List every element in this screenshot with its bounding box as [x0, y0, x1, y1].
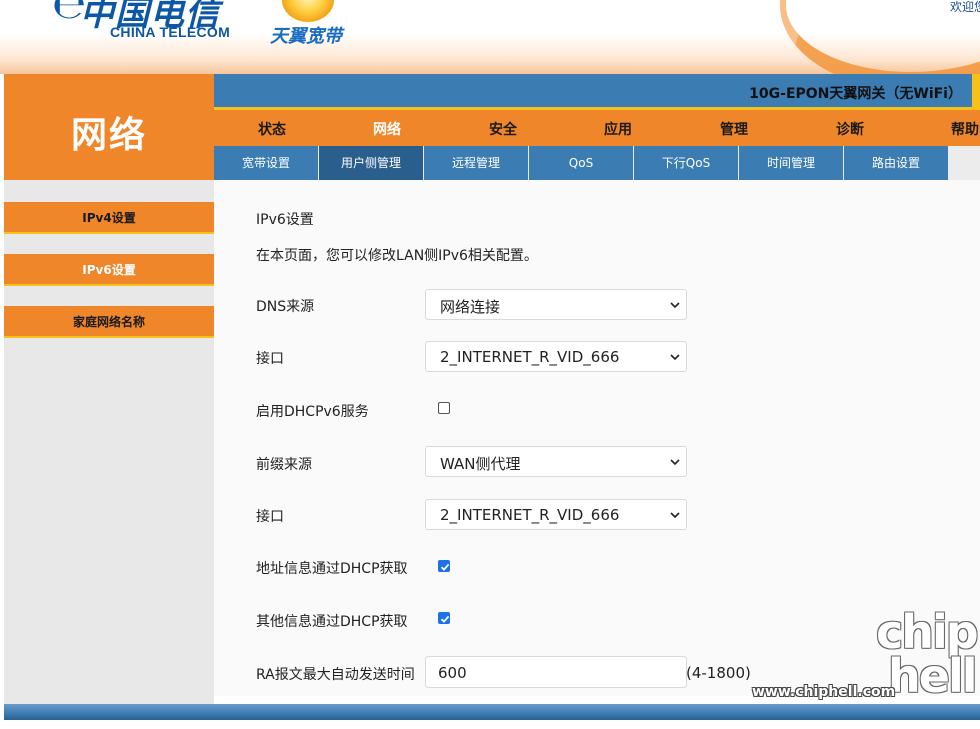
device-model-name: 10G-EPON天翼网关（无WiFi）	[749, 86, 962, 102]
nav-management[interactable]: 管理	[684, 119, 784, 139]
chiphell-watermark-chip: chip	[876, 605, 979, 659]
other-dhcp-label: 其他信息通过DHCP获取	[256, 614, 408, 630]
tab-remote-management[interactable]: 远程管理	[424, 146, 528, 180]
nav-security[interactable]: 安全	[453, 119, 553, 139]
check-icon	[440, 615, 450, 623]
dhcpv6-label: 启用DHCPv6服务	[256, 404, 369, 420]
content-panel: IPv6设置 在本页面，您可以修改LAN侧IPv6相关配置。 DNS来源 网络连…	[214, 180, 980, 696]
address-dhcp-label: 地址信息通过DHCP获取	[256, 561, 408, 577]
prefix-source-label: 前缀来源	[256, 457, 312, 473]
chevron-down-icon	[670, 302, 680, 309]
chevron-down-icon	[670, 354, 680, 361]
tab-time-management[interactable]: 时间管理	[739, 146, 843, 180]
section-title: 网络	[70, 115, 147, 156]
welcome-text: 欢迎您	[950, 0, 980, 14]
prefix-interface-value: 2_INTERNET_R_VID_666	[440, 506, 620, 524]
prefix-interface-label: 接口	[256, 509, 284, 525]
nav-help[interactable]: 帮助	[915, 119, 980, 139]
model-bar-accent	[972, 74, 980, 110]
nav-application[interactable]: 应用	[568, 119, 668, 139]
interface-label: 接口	[256, 351, 284, 367]
section-title-box: 网络	[4, 74, 214, 180]
tianyi-logo-icon	[282, 0, 334, 22]
ra-interval-range: (4-1800)	[686, 664, 751, 682]
tab-user-side-management[interactable]: 用户侧管理	[319, 146, 423, 180]
prefix-source-value: WAN侧代理	[440, 455, 521, 473]
tab-qos[interactable]: QoS	[529, 146, 633, 180]
nav-diagnosis[interactable]: 诊断	[800, 119, 900, 139]
chiphell-watermark-url: www.chiphell.com	[752, 684, 896, 700]
chevron-down-icon	[670, 459, 680, 466]
dns-source-select[interactable]: 网络连接	[425, 289, 687, 320]
ra-interval-value: 600	[438, 664, 467, 682]
page-description: 在本页面，您可以修改LAN侧IPv6相关配置。	[256, 248, 538, 264]
dhcpv6-checkbox[interactable]	[438, 402, 450, 414]
ra-interval-label: RA报文最大自动发送时间	[256, 667, 415, 683]
prefix-interface-select[interactable]: 2_INTERNET_R_VID_666	[425, 499, 687, 530]
footer-bar	[4, 704, 980, 720]
sidebar-item-home-network-name[interactable]: 家庭网络名称	[4, 306, 214, 338]
chevron-down-icon	[670, 512, 680, 519]
other-dhcp-checkbox[interactable]	[438, 612, 450, 624]
prefix-source-select[interactable]: WAN侧代理	[425, 446, 687, 477]
main-nav: 状态 网络 安全 应用 管理 诊断 帮助	[214, 110, 980, 146]
dns-source-label: DNS来源	[256, 299, 315, 315]
tab-broadband-settings[interactable]: 宽带设置	[214, 146, 318, 180]
interface-value: 2_INTERNET_R_VID_666	[440, 348, 620, 366]
sidebar: IPv4设置 IPv6设置 家庭网络名称	[4, 180, 214, 704]
header-banner: ℮ 中国电信 CHINA TELECOM 天翼宽带 欢迎您	[0, 0, 980, 74]
dns-source-value: 网络连接	[440, 298, 501, 316]
check-icon	[440, 563, 450, 571]
nav-network[interactable]: 网络	[337, 119, 437, 139]
tianyi-broadband-logo: 天翼宽带	[270, 26, 342, 47]
tab-downstream-qos[interactable]: 下行QoS	[634, 146, 738, 180]
page-title: IPv6设置	[256, 212, 314, 228]
sidebar-item-ipv6[interactable]: IPv6设置	[4, 254, 214, 286]
model-bar: 10G-EPON天翼网关（无WiFi）	[214, 74, 980, 110]
nav-status[interactable]: 状态	[222, 119, 322, 139]
tab-routing-settings[interactable]: 路由设置	[844, 146, 948, 180]
sub-nav: 宽带设置 用户侧管理 远程管理 QoS 下行QoS 时间管理 路由设置	[214, 146, 980, 180]
ra-interval-input[interactable]: 600	[425, 656, 687, 688]
sidebar-item-ipv4[interactable]: IPv4设置	[4, 202, 214, 234]
china-telecom-logo-en: CHINA TELECOM	[110, 24, 231, 40]
address-dhcp-checkbox[interactable]	[438, 560, 450, 572]
interface-select[interactable]: 2_INTERNET_R_VID_666	[425, 341, 687, 372]
chiphell-watermark-hell: hell	[888, 649, 977, 703]
